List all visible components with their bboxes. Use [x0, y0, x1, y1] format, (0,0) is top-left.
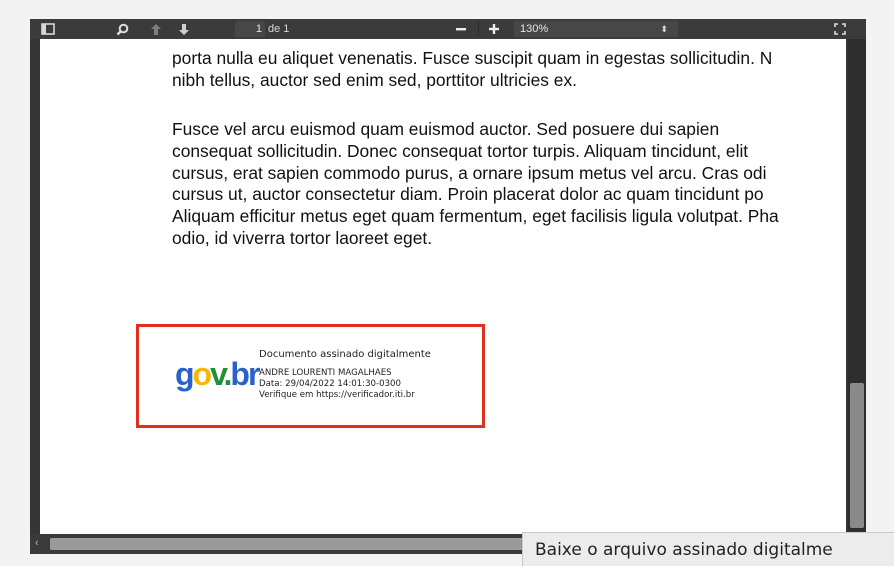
digital-signature-stamp: gov.br Documento assinado digitalmente A… — [136, 324, 485, 428]
fullscreen-icon[interactable] — [830, 20, 850, 38]
pdf-toolbar: 1 de 1 130% ⬍ — [30, 19, 866, 39]
sidebar-toggle-icon[interactable] — [38, 20, 58, 38]
toolbar-separator — [478, 22, 479, 36]
text-line: porta nulla eu aliquet venenatis. Fusce … — [172, 48, 773, 68]
text-line: cursus ut, auctor consectetur diam. Proi… — [172, 184, 764, 205]
pdf-viewer: 1 de 1 130% ⬍ porta nulla eu aliquet ven… — [30, 19, 866, 554]
text-line: consequat sollicitudin. Donec consequat … — [172, 140, 749, 161]
next-page-icon[interactable] — [174, 20, 194, 38]
page-count-label: de 1 — [268, 23, 290, 35]
zoom-in-icon[interactable] — [484, 20, 504, 38]
text-line: Aliquam efficitur metus eget quam fermen… — [172, 206, 779, 227]
vertical-scrollbar-thumb[interactable] — [850, 383, 864, 528]
signature-title: Documento assinado digitalmente — [259, 349, 431, 360]
govbr-logo: gov.br — [175, 356, 261, 392]
zoom-select[interactable]: 130% ⬍ — [514, 21, 678, 37]
vertical-scrollbar[interactable]: ∨ — [848, 39, 866, 554]
paragraph-1: porta nulla eu aliquet venenatis. Fusce … — [172, 48, 846, 92]
signer-name: ANDRE LOURENTI MAGALHAES — [259, 368, 392, 378]
logo-letter-v: v — [210, 356, 225, 392]
verification-url: Verifique em https://verificador.iti.br — [259, 390, 415, 400]
text-line: odio, id viverra tortor laoreet eget. — [172, 227, 433, 248]
prev-page-icon[interactable] — [146, 20, 166, 38]
pdf-page: porta nulla eu aliquet venenatis. Fusce … — [40, 39, 846, 544]
signature-date: Data: 29/04/2022 14:01:30-0300 — [259, 379, 401, 389]
paragraph-2: Fusce vel arcu euismod quam euismod auct… — [172, 119, 846, 250]
download-tooltip: Baixe o arquivo assinado digitalme — [522, 532, 894, 566]
text-line: nibh tellus, auctor sed enim sed, portti… — [172, 69, 578, 90]
scroll-left-arrow-icon[interactable]: ‹ — [35, 537, 39, 549]
logo-letter-g: g — [175, 356, 194, 392]
zoom-out-icon[interactable] — [451, 20, 471, 38]
logo-letter-r: r — [247, 356, 261, 392]
logo-letter-b: b — [230, 356, 249, 392]
logo-letter-o: o — [192, 356, 212, 392]
text-line: cursus, erat sapien commodo purus, a orn… — [172, 162, 767, 183]
search-icon[interactable] — [112, 20, 132, 38]
page-number-input[interactable]: 1 — [235, 21, 265, 37]
select-caret-icon: ⬍ — [660, 24, 668, 34]
text-line: Fusce vel arcu euismod quam euismod auct… — [172, 119, 720, 139]
zoom-value: 130% — [520, 23, 549, 35]
